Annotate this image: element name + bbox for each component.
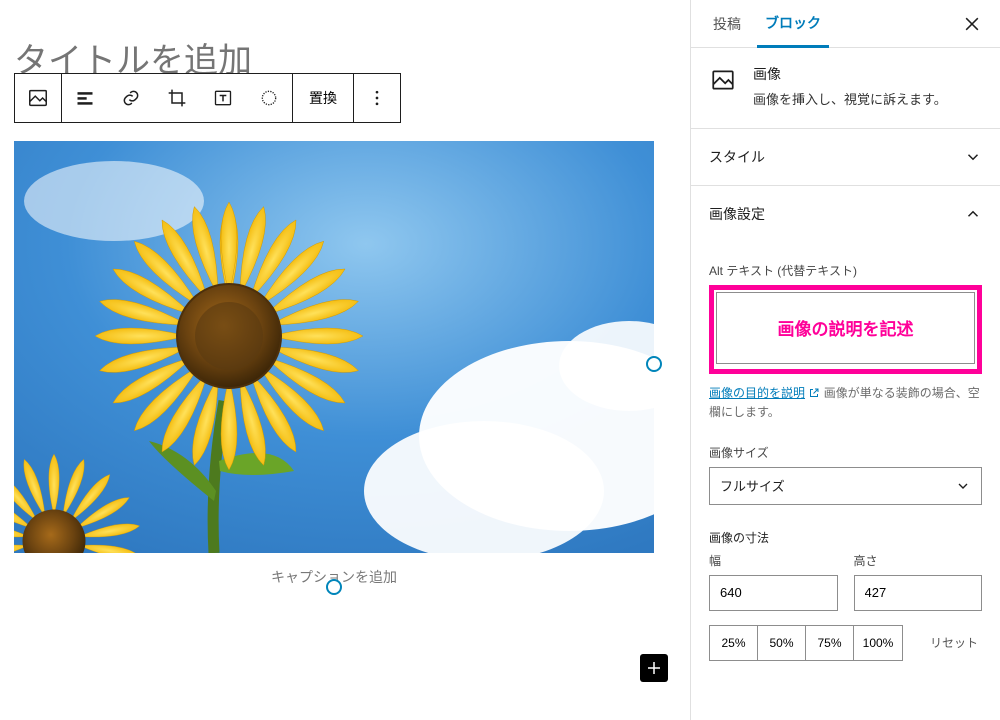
panel-image-settings-title: 画像設定 bbox=[709, 204, 765, 224]
preset-25[interactable]: 25% bbox=[710, 626, 758, 660]
close-sidebar-button[interactable] bbox=[958, 10, 986, 38]
height-label: 高さ bbox=[854, 552, 983, 569]
editor-canvas: 置換 bbox=[0, 0, 690, 720]
panel-image-settings-toggle[interactable]: 画像設定 bbox=[691, 186, 1000, 242]
crop-button[interactable] bbox=[154, 74, 200, 122]
tab-post[interactable]: 投稿 bbox=[705, 0, 749, 48]
block-name: 画像 bbox=[753, 64, 947, 84]
panel-style-toggle[interactable]: スタイル bbox=[691, 129, 1000, 186]
image-block[interactable]: キャプションを追加 bbox=[14, 141, 654, 587]
alt-text-highlight bbox=[709, 285, 982, 374]
image-size-label: 画像サイズ bbox=[709, 444, 982, 461]
preset-75[interactable]: 75% bbox=[806, 626, 854, 660]
panel-style-title: スタイル bbox=[709, 147, 765, 167]
duotone-button[interactable] bbox=[246, 74, 292, 122]
external-link-icon bbox=[808, 386, 823, 400]
alt-help-link[interactable]: 画像の目的を説明 bbox=[709, 386, 805, 400]
sidebar-tabs: 投稿 ブロック bbox=[691, 0, 1000, 48]
tab-block[interactable]: ブロック bbox=[757, 0, 829, 48]
block-card: 画像 画像を挿入し、視覚に訴えます。 bbox=[691, 48, 1000, 129]
text-overlay-button[interactable] bbox=[200, 74, 246, 122]
block-type-icon[interactable] bbox=[15, 74, 61, 122]
size-preset-group: 25% 50% 75% 100% bbox=[709, 625, 903, 661]
link-button[interactable] bbox=[108, 74, 154, 122]
alt-help-text: 画像の目的を説明 画像が単なる装飾の場合、空欄にします。 bbox=[709, 384, 982, 422]
height-input[interactable] bbox=[854, 575, 983, 611]
dimensions-title: 画像の寸法 bbox=[709, 529, 982, 546]
image-size-select[interactable]: フルサイズ bbox=[709, 467, 982, 505]
preset-50[interactable]: 50% bbox=[758, 626, 806, 660]
width-input[interactable] bbox=[709, 575, 838, 611]
resize-handle-right[interactable] bbox=[646, 356, 662, 372]
image-block-icon bbox=[707, 64, 739, 96]
settings-sidebar: 投稿 ブロック 画像 画像を挿入し、視覚に訴えます。 スタイル bbox=[690, 0, 1000, 720]
add-block-button[interactable] bbox=[640, 654, 668, 682]
reset-dimensions-button[interactable]: リセット bbox=[926, 634, 982, 651]
chevron-down-icon bbox=[955, 478, 971, 494]
block-toolbar: 置換 bbox=[14, 73, 401, 123]
image-size-selected: フルサイズ bbox=[720, 476, 785, 495]
more-options-button[interactable] bbox=[354, 74, 400, 122]
panel-image-settings-body: Alt テキスト (代替テキスト) 画像の目的を説明 画像が単なる装飾の場合、空… bbox=[691, 242, 1000, 675]
preset-100[interactable]: 100% bbox=[854, 626, 902, 660]
replace-image-button[interactable]: 置換 bbox=[293, 74, 353, 122]
alt-text-input[interactable] bbox=[716, 292, 975, 364]
width-label: 幅 bbox=[709, 552, 838, 569]
chevron-up-icon bbox=[964, 205, 982, 223]
align-button[interactable] bbox=[62, 74, 108, 122]
chevron-down-icon bbox=[964, 148, 982, 166]
block-description: 画像を挿入し、視覚に訴えます。 bbox=[753, 90, 947, 110]
image-content bbox=[14, 141, 654, 553]
resize-handle-bottom[interactable] bbox=[326, 579, 342, 595]
alt-text-label: Alt テキスト (代替テキスト) bbox=[709, 262, 982, 279]
